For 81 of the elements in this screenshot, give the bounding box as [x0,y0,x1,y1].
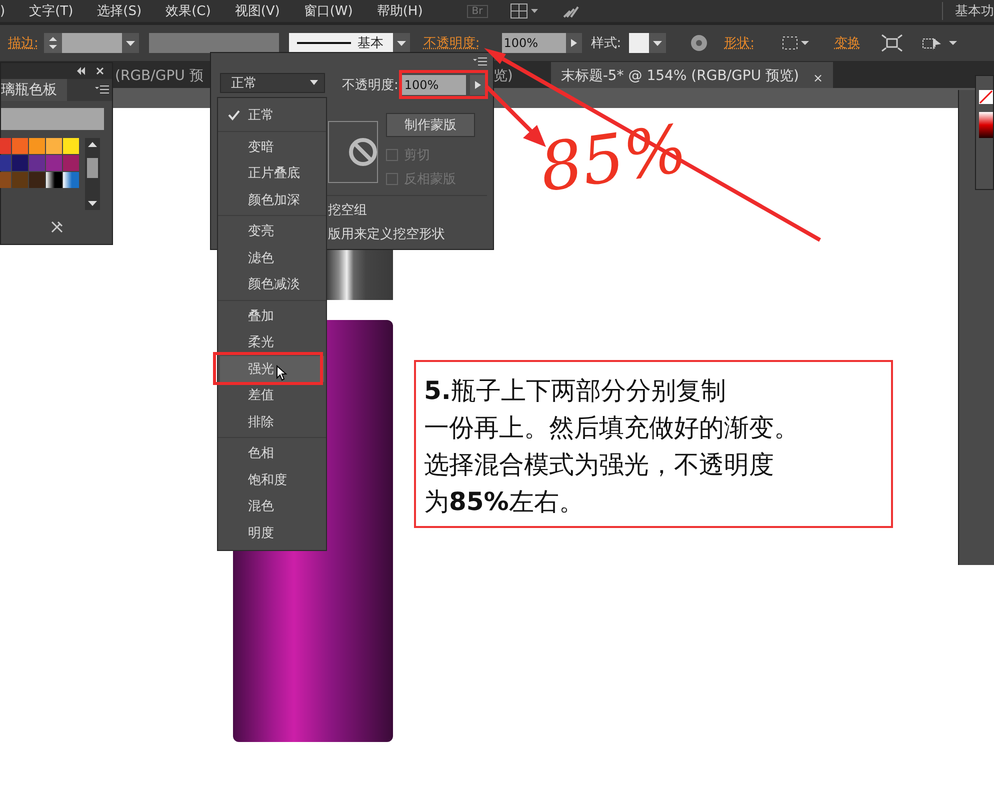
no-sign-icon [348,137,378,167]
variable-width-field[interactable] [149,33,280,53]
scrollbar-icon[interactable] [85,138,100,210]
blend-mode-value: 正常 [231,75,257,92]
eyedropper-icon[interactable] [50,220,64,234]
layout-icon[interactable] [510,3,540,19]
style-swatch[interactable] [629,33,650,53]
color-swatch[interactable] [46,172,62,188]
fit-frame-icon[interactable] [880,34,903,52]
menu-item[interactable]: 滤色 [220,244,324,271]
tab-title: (RGB/GPU 预 [115,67,204,85]
note-text: 选择混合模式为强光，不透明度 [424,449,775,481]
cursor-icon [276,364,287,381]
transform-label[interactable]: 变换 [834,34,861,52]
opacity-field[interactable]: 100% [502,33,566,53]
stroke-profile-field[interactable]: 基本 [289,33,394,53]
tab-title: 末标题-5* @ 154% (RGB/GPU 预览) [560,67,799,85]
stroke-line-icon [297,42,352,44]
search-field[interactable] [1,108,104,130]
color-swatch[interactable] [29,155,45,171]
menu-item[interactable]: 饱和度 [220,466,324,493]
menu-item[interactable]: 差值 [220,382,324,408]
note-text: 为85%左右。 [424,486,585,518]
close-icon[interactable] [96,67,104,75]
opacity-field[interactable]: 100% [402,75,466,95]
document-tab[interactable]: 末标题-5* @ 154% (RGB/GPU 预览) × [550,62,834,88]
menu-item[interactable]: 视图(V) [234,2,280,20]
bounding-box-icon[interactable] [780,34,811,52]
color-swatch[interactable] [46,155,62,171]
option-label: 版用来定义挖空形状 [328,226,445,243]
menu-item[interactable]: 帮助(H) [376,2,423,20]
color-swatch[interactable] [12,155,28,171]
menu-item[interactable]: 正常 [220,102,324,128]
menu-item[interactable]: 正片叠底 [220,160,324,186]
color-swatch[interactable] [12,138,28,154]
menu-item[interactable]: 明度 [220,520,324,546]
menu-item[interactable]: 颜色减淡 [220,271,324,298]
opacity-label: 不透明度: [342,77,398,94]
color-swatch[interactable] [12,172,28,188]
stroke-weight-field[interactable] [62,33,122,53]
menu-item[interactable]: 变暗 [220,134,324,160]
make-mask-button[interactable]: 制作蒙版 [386,113,475,137]
color-swatch[interactable] [63,172,79,188]
menu-item[interactable]: 叠加 [220,302,324,329]
stroke-profile-label: 基本 [357,35,384,52]
opacity-label[interactable]: 不透明度: [423,34,480,52]
close-icon[interactable]: × [812,71,824,85]
collapse-icon[interactable] [76,67,86,75]
option-label: 挖空组 [328,202,367,219]
menu-item[interactable]: 窗口(W) [304,2,353,20]
menu-item[interactable]: 文字(T) [29,2,74,20]
panel-tab[interactable]: 璃瓶色板 [1,79,67,101]
note-text: 一份再上。然后填充做好的渐变。 [424,412,800,444]
color-swatch[interactable] [29,138,45,154]
stepper-icon[interactable] [44,33,62,53]
color-swatch[interactable] [46,138,62,154]
menu-item[interactable]: 混色 [220,493,324,520]
color-swatch[interactable] [63,138,79,154]
menu-item[interactable]: 柔光 [220,329,324,356]
globe-icon[interactable] [690,34,708,52]
menu-item[interactable]: 排除 [220,408,324,435]
note-text: 5.瓶子上下两部分分别复制 [424,375,727,407]
blend-mode-dropdown[interactable]: 正常 [220,73,325,93]
menu-item[interactable]: 强光 [220,356,324,382]
style-label: 样式: [590,35,622,52]
menu-item[interactable]: 选择(S) [97,2,142,20]
menu-item[interactable]: 色相 [220,440,324,466]
color-swatch[interactable] [29,172,45,188]
menu-item[interactable]: 效果(C) [166,2,211,20]
tab-title: 览) [493,67,513,85]
panel-menu-icon[interactable] [473,57,487,67]
shape-label[interactable]: 形状: [724,34,755,52]
workspace-switcher[interactable]: 基本功 [942,2,994,20]
menu-item[interactable]: ) [0,4,6,18]
color-swatch[interactable] [63,155,79,171]
menu-item[interactable]: 变亮 [220,218,324,244]
bottle-cap-shape [325,250,393,300]
handwritten-note: 85% [535,110,692,207]
panel-menu-icon[interactable] [95,85,109,95]
stroke-label[interactable]: 描边: [8,34,38,52]
menu-item[interactable]: 颜色加深 [220,186,324,213]
